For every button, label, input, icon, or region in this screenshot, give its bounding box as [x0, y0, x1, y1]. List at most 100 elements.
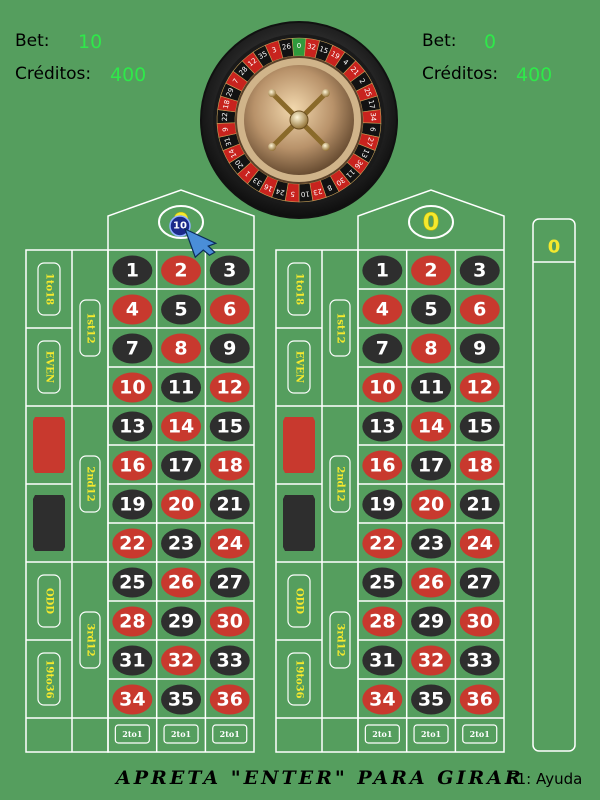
number-label: 11 — [418, 377, 444, 399]
number-label: 28 — [119, 611, 145, 633]
number-label: 26 — [418, 572, 444, 594]
number-label: 23 — [168, 533, 194, 555]
number-label: 3 — [473, 260, 486, 282]
bet-even-label: EVEN — [44, 351, 55, 383]
number-label: 27 — [217, 572, 243, 594]
number-label: 32 — [418, 650, 444, 672]
number-label: 20 — [418, 494, 444, 516]
number-label: 3 — [223, 260, 236, 282]
number-label: 25 — [369, 572, 395, 594]
bet-black[interactable] — [283, 495, 315, 551]
number-label: 2 — [424, 260, 437, 282]
bet-column-label: 2to1 — [421, 729, 441, 739]
number-label: 15 — [467, 416, 493, 438]
number-label: 22 — [119, 533, 145, 555]
number-label: 8 — [174, 338, 187, 360]
number-label: 14 — [418, 416, 444, 438]
number-label: 5 — [174, 299, 187, 321]
number-label: 7 — [376, 338, 389, 360]
help-hint[interactable]: F1: Ayuda — [508, 770, 582, 788]
number-label: 29 — [168, 611, 194, 633]
bet-dozen3-label: 3rd12 — [85, 623, 96, 656]
number-label: 18 — [217, 455, 243, 477]
wheel-spoke-knob — [321, 89, 330, 98]
number-label: 31 — [119, 650, 145, 672]
number-label: 9 — [223, 338, 236, 360]
bet-column-label: 2to1 — [171, 729, 191, 739]
number-label: 34 — [369, 689, 395, 711]
number-label: 21 — [467, 494, 493, 516]
number-label: 25 — [119, 572, 145, 594]
number-label: 36 — [467, 689, 493, 711]
number-label: 1 — [376, 260, 389, 282]
roulette-board: 0 32 15 19421225173462713361130823105241633… — [25, 21, 576, 753]
number-label: 35 — [418, 689, 444, 711]
spin-instruction: APRETA "ENTER" PARA GIRAR — [116, 767, 524, 789]
wheel-number: 34 — [369, 112, 377, 122]
bet-column-label: 2to1 — [122, 729, 142, 739]
bet-odd-label: ODD — [44, 588, 55, 614]
number-label: 16 — [369, 455, 395, 477]
number-label: 19 — [119, 494, 145, 516]
roulette-wheel: 0 32 15 19421225173462713361130823105241633… — [200, 21, 398, 219]
wheel-number: 32 — [306, 42, 316, 51]
number-label: 11 — [168, 377, 194, 399]
bet-high-label: 19to36 — [294, 659, 305, 698]
wheel-number: 0 — [297, 42, 301, 50]
bet-dozen1-label: 1st12 — [85, 312, 96, 343]
bet-dozen1-label: 1st12 — [335, 312, 346, 343]
number-label: 28 — [369, 611, 395, 633]
number-label: 4 — [376, 299, 389, 321]
bet-column-label: 2to1 — [470, 729, 490, 739]
number-label: 7 — [126, 338, 139, 360]
number-label: 17 — [418, 455, 444, 477]
number-label: 15 — [217, 416, 243, 438]
number-label: 2 — [174, 260, 187, 282]
wheel-number: 10 — [300, 189, 310, 198]
bet-red[interactable] — [283, 417, 315, 473]
zero-label: 0 — [423, 208, 440, 236]
side-meter: 0 — [532, 218, 576, 752]
number-label: 30 — [217, 611, 243, 633]
bet-even-label: EVEN — [294, 351, 305, 383]
bet-high-label: 19to36 — [44, 659, 55, 698]
number-label: 32 — [168, 650, 194, 672]
number-label: 21 — [217, 494, 243, 516]
number-label: 10 — [369, 377, 395, 399]
bet-low-label: 1to18 — [294, 273, 305, 305]
bet-black[interactable] — [33, 495, 65, 551]
wheel-spoke-knob — [321, 142, 330, 151]
number-label: 33 — [217, 650, 243, 672]
number-label: 33 — [467, 650, 493, 672]
number-label: 13 — [119, 416, 145, 438]
number-label: 6 — [223, 299, 236, 321]
number-label: 4 — [126, 299, 139, 321]
bet-red[interactable] — [33, 417, 65, 473]
number-label: 30 — [467, 611, 493, 633]
number-label: 12 — [217, 377, 243, 399]
number-label: 19 — [369, 494, 395, 516]
number-label: 9 — [473, 338, 486, 360]
bet-odd-label: ODD — [294, 588, 305, 614]
wheel-spoke-knob — [268, 89, 277, 98]
wheel-number: 5 — [290, 190, 295, 198]
number-label: 12 — [467, 377, 493, 399]
bet-column-label: 2to1 — [220, 729, 240, 739]
number-label: 23 — [418, 533, 444, 555]
wheel-spoke-knob — [268, 142, 277, 151]
bet-low-label: 1to18 — [44, 273, 55, 305]
number-label: 24 — [467, 533, 493, 555]
side-meter-frame — [532, 218, 576, 752]
number-label: 35 — [168, 689, 194, 711]
number-label: 10 — [119, 377, 145, 399]
number-label: 16 — [119, 455, 145, 477]
number-label: 8 — [424, 338, 437, 360]
number-label: 14 — [168, 416, 194, 438]
number-label: 26 — [168, 572, 194, 594]
bet-column-label: 2to1 — [372, 729, 392, 739]
number-label: 34 — [119, 689, 145, 711]
side-meter-value: 0 — [548, 237, 561, 258]
number-label: 27 — [467, 572, 493, 594]
number-label: 22 — [369, 533, 395, 555]
wheel-hub — [289, 110, 309, 130]
